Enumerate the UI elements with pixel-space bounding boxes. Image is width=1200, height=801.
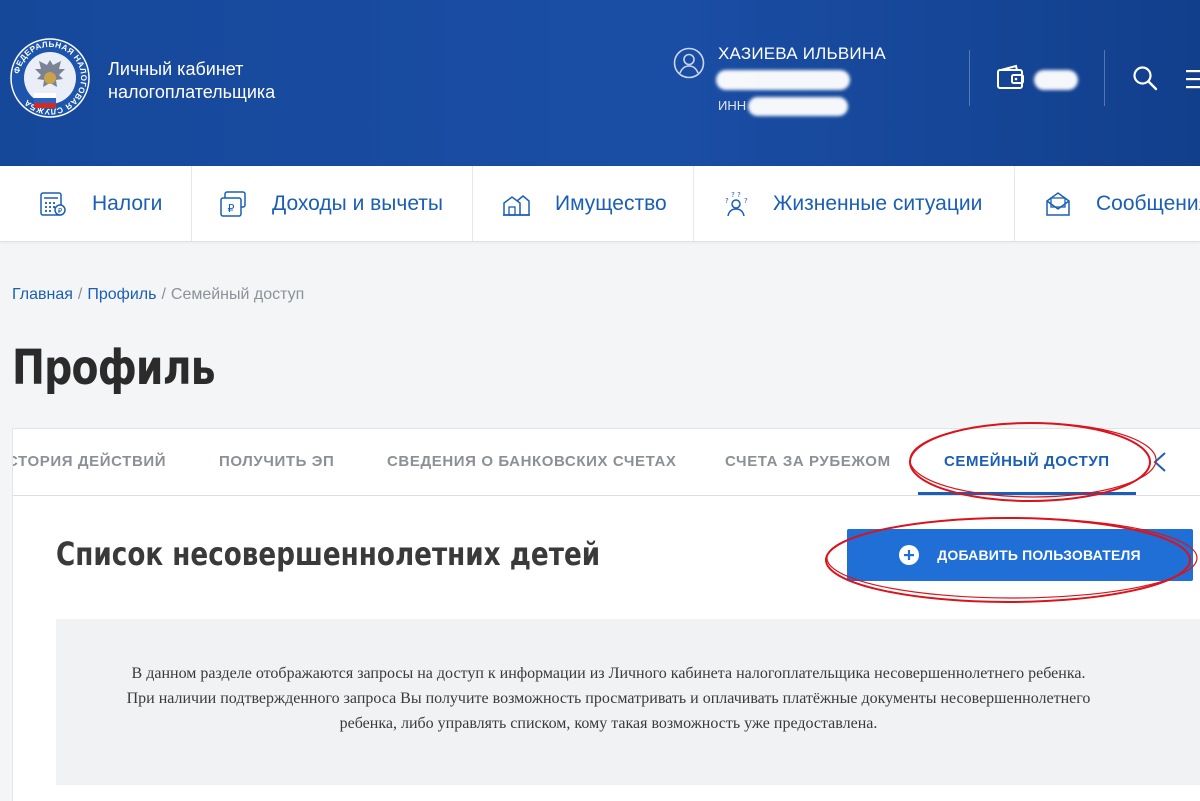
tab-foreign-accounts[interactable]: СЧЕТА ЗА РУБЕЖОМ <box>725 453 891 470</box>
life-situations-icon: ? ? ? ? <box>725 191 748 216</box>
user-circle-icon[interactable] <box>673 47 705 79</box>
active-tab-indicator <box>918 492 1136 495</box>
nav-item-label: Доходы и вычеты <box>272 191 444 215</box>
property-icon <box>503 194 530 216</box>
nav-item-messages[interactable]: Сообщения <box>1014 166 1200 241</box>
svg-text:?: ? <box>744 197 748 205</box>
nav-item-label: Сообщения <box>1096 191 1200 215</box>
brand-title[interactable]: Личный кабинет налогоплательщика <box>108 58 275 104</box>
breadcrumb-current: Семейный доступ <box>170 286 305 303</box>
tab-family-access[interactable]: СЕМЕЙНЫЙ ДОСТУП <box>944 453 1110 470</box>
main-nav: ₽ Налоги ₽ Доходы и вычеты Имущество ? ?… <box>0 166 1200 242</box>
wallet-icon[interactable] <box>996 64 1026 92</box>
svg-text:₽: ₽ <box>228 202 235 215</box>
brand-line-2: налогоплательщика <box>108 82 276 102</box>
brand-line-1: Личный кабинет <box>108 59 244 79</box>
income-ruble-icon: ₽ <box>220 190 246 217</box>
add-user-button[interactable]: ДОБАВИТЬ ПОЛЬЗОВАТЕЛЯ <box>847 529 1193 581</box>
page-title: Профиль <box>12 340 216 396</box>
svg-text:?: ? <box>725 197 729 205</box>
header-divider <box>969 50 970 106</box>
info-line-3: ребенка, либо управлять списком, кому та… <box>339 715 878 732</box>
nav-item-label: Имущество <box>555 191 667 215</box>
nav-item-label: Налоги <box>92 191 163 215</box>
profile-card: СТОРИЯ ДЕЙСТВИЙ ПОЛУЧИТЬ ЭП СВЕДЕНИЯ О Б… <box>12 428 1200 801</box>
site-header: ФЕДЕРАЛЬНАЯ НАЛОГОВАЯ СЛУЖБА Личный каби… <box>0 0 1200 166</box>
profile-tabs: СТОРИЯ ДЕЙСТВИЙ ПОЛУЧИТЬ ЭП СВЕДЕНИЯ О Б… <box>13 429 1200 496</box>
tab-action-history[interactable]: СТОРИЯ ДЕЙСТВИЙ <box>13 453 166 470</box>
tax-calculator-icon: ₽ <box>40 191 66 216</box>
svg-text:₽: ₽ <box>58 207 63 215</box>
messages-icon <box>1046 191 1070 216</box>
header-divider-2 <box>1104 50 1105 106</box>
nav-item-income[interactable]: ₽ Доходы и вычеты <box>191 166 472 241</box>
add-user-button-label: ДОБАВИТЬ ПОЛЬЗОВАТЕЛЯ <box>937 547 1141 563</box>
search-icon[interactable] <box>1131 64 1159 92</box>
fns-emblem-icon[interactable]: ФЕДЕРАЛЬНАЯ НАЛОГОВАЯ СЛУЖБА <box>10 38 90 118</box>
info-line-2: При наличии подтвержденного запроса Вы п… <box>126 690 1091 707</box>
info-box: В данном разделе отображаются запросы на… <box>56 619 1200 785</box>
inn-label: ИНН <box>718 98 747 113</box>
nav-item-taxes[interactable]: ₽ Налоги <box>0 166 191 241</box>
plus-circle-icon <box>899 545 920 565</box>
tab-get-signature[interactable]: ПОЛУЧИТЬ ЭП <box>219 453 334 470</box>
section-title: Список несовершеннолетних детей <box>56 535 601 573</box>
nav-item-life-situations[interactable]: ? ? ? ? Жизненные ситуации <box>693 166 1014 241</box>
breadcrumb: Главная / Профиль / Семейный доступ <box>12 286 304 304</box>
redacted-name <box>716 70 850 90</box>
breadcrumb-profile[interactable]: Профиль <box>87 286 156 303</box>
breadcrumb-separator: / <box>77 286 83 303</box>
svg-text:? ?: ? ? <box>731 191 741 199</box>
breadcrumb-home[interactable]: Главная <box>12 286 73 303</box>
menu-icon[interactable] <box>1186 68 1200 90</box>
user-name[interactable]: ХАЗИЕВА ИЛЬВИНА <box>718 44 886 64</box>
nav-item-property[interactable]: Имущество <box>472 166 693 241</box>
breadcrumb-separator: / <box>161 286 166 303</box>
redacted-inn <box>748 97 848 116</box>
chevron-left-icon[interactable] <box>1151 451 1169 473</box>
nav-item-label: Жизненные ситуации <box>773 191 983 215</box>
info-line-1: В данном разделе отображаются запросы на… <box>131 665 1086 682</box>
redacted-balance <box>1034 70 1078 90</box>
tab-bank-accounts[interactable]: СВЕДЕНИЯ О БАНКОВСКИХ СЧЕТАХ <box>387 453 677 470</box>
